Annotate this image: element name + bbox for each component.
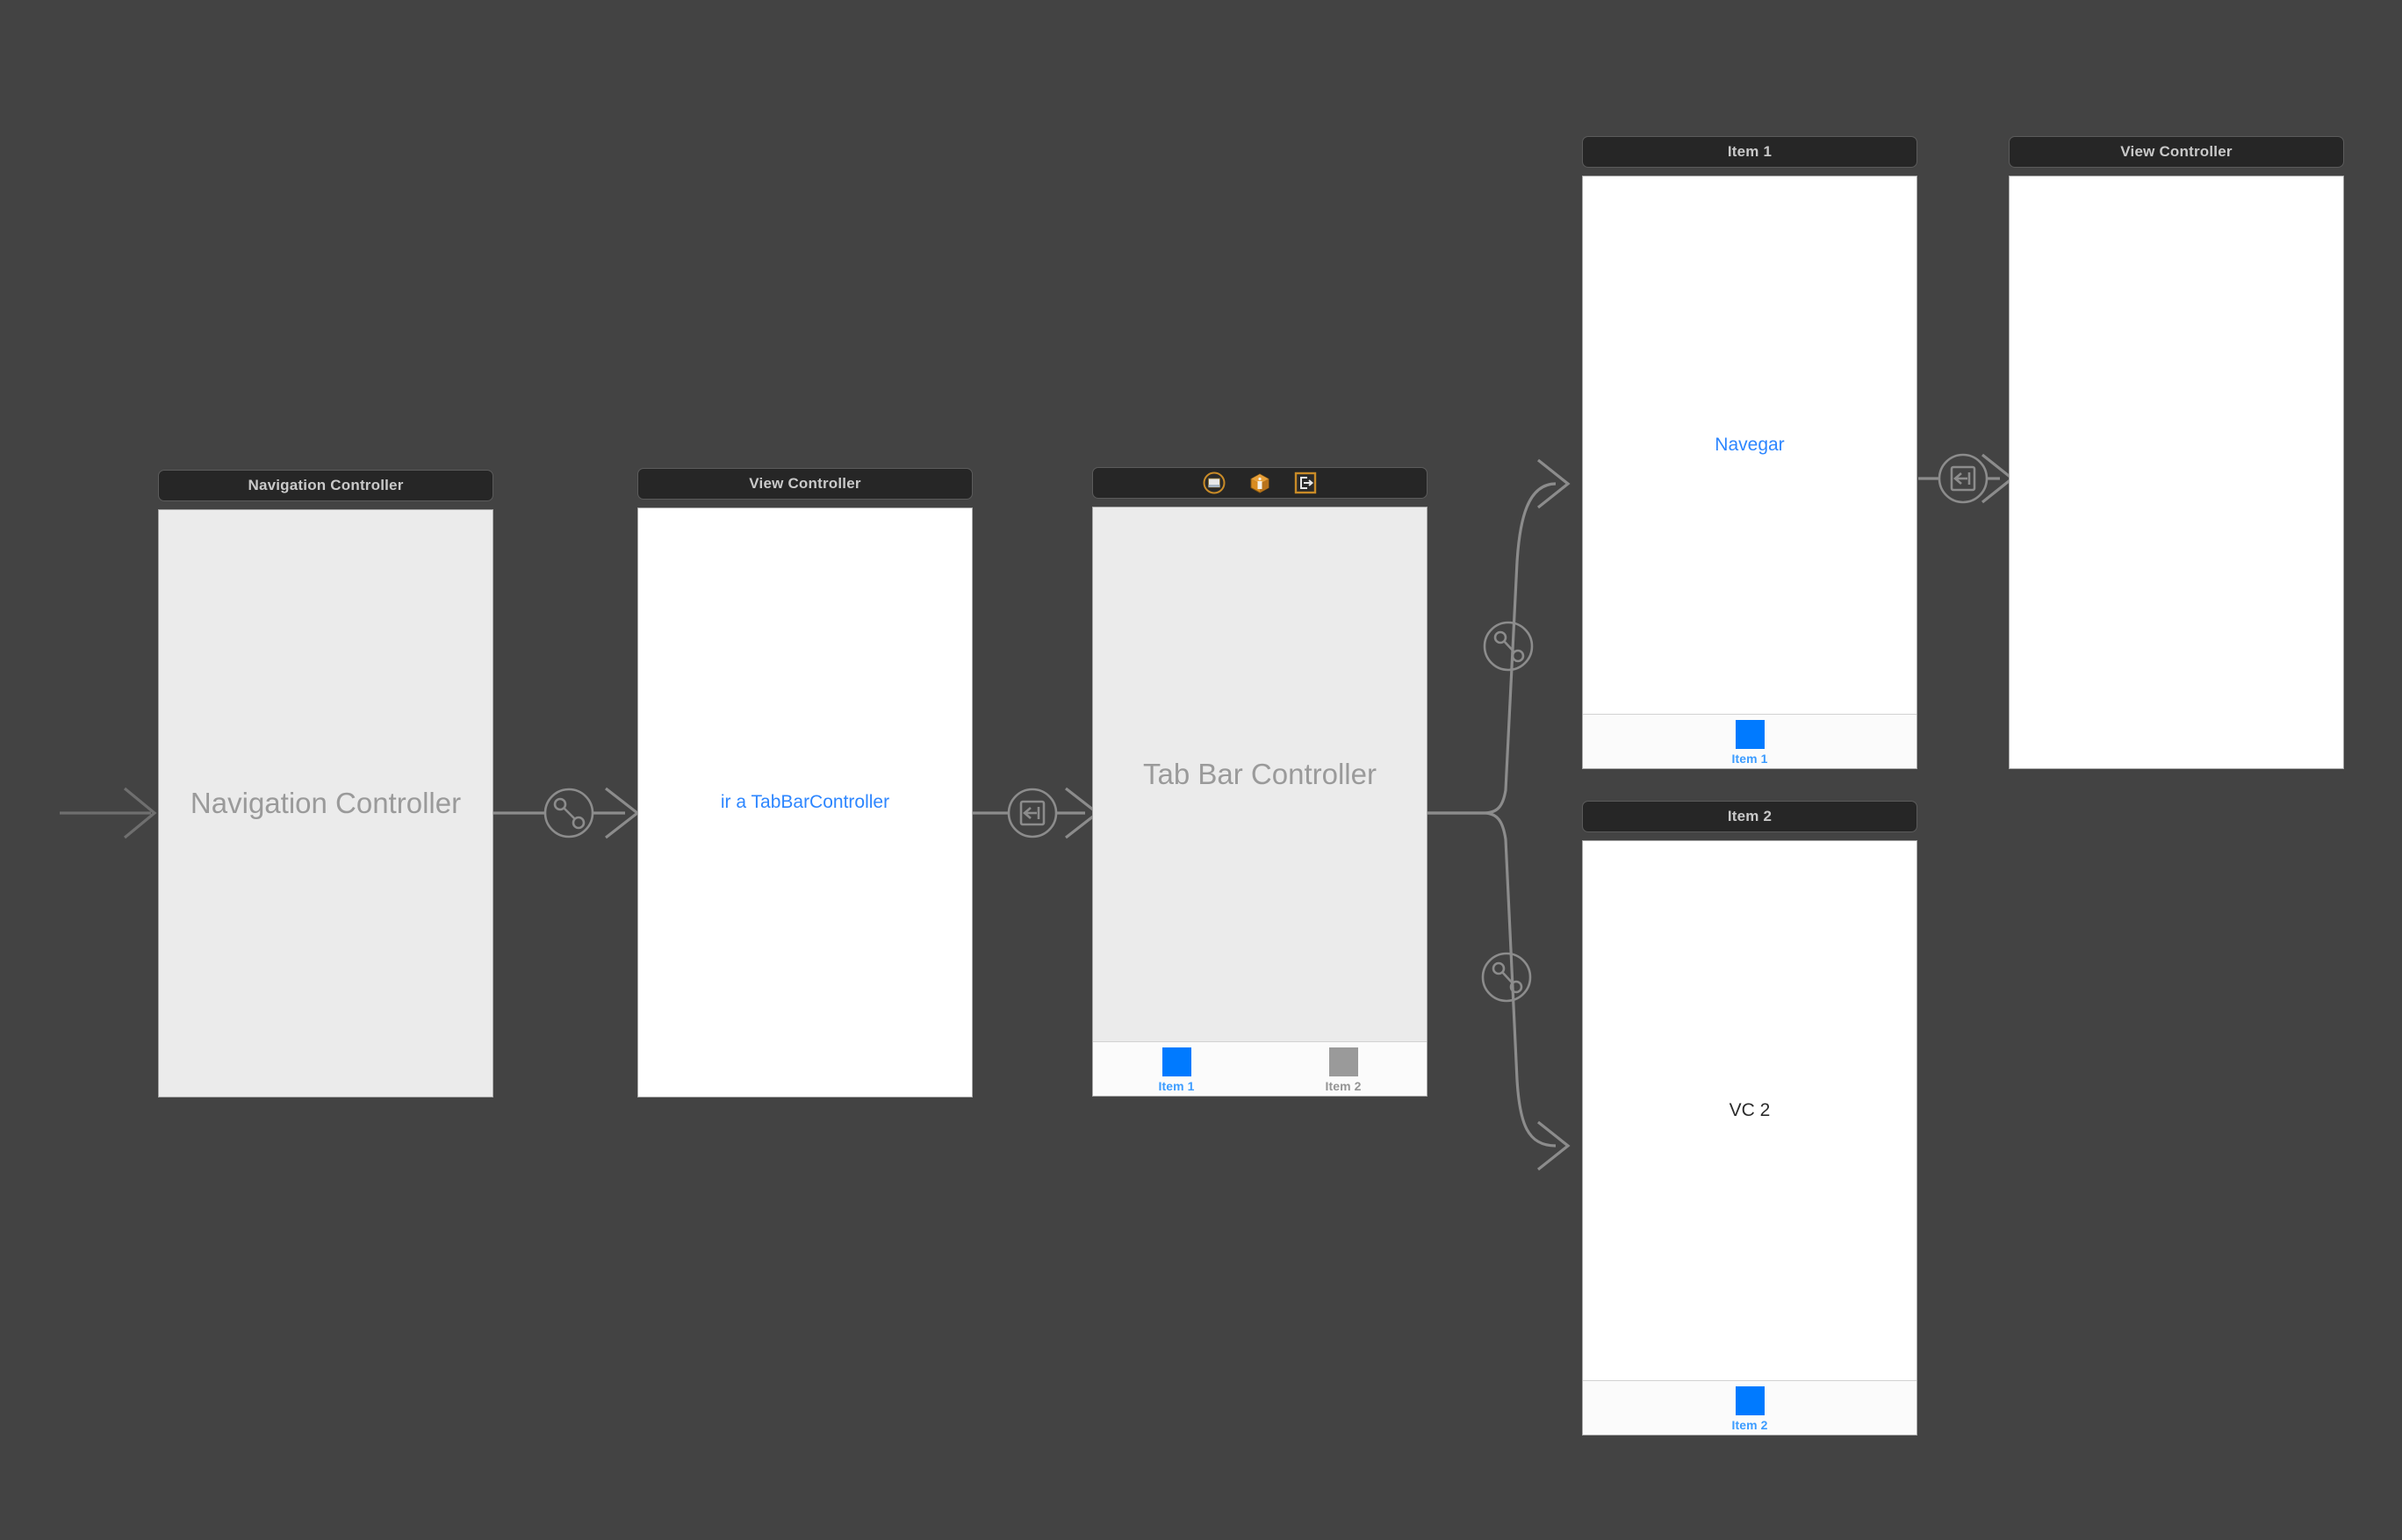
segue-tabbar-to-item2 — [1428, 811, 1571, 1171]
first-responder-icon[interactable] — [1248, 471, 1271, 494]
tab-item-1-glyph-icon — [1161, 1047, 1191, 1076]
scene-body-navigation-controller[interactable]: Navigation Controller — [158, 509, 493, 1097]
scene-title-navigation-controller[interactable]: Navigation Controller — [158, 470, 493, 501]
scene-body-view-controller-source[interactable]: ir a TabBarController — [637, 507, 973, 1097]
segue-item1-to-viewcontroller — [1918, 453, 2015, 504]
scene-item-2[interactable]: Item 2 VC 2 Item 2 — [1582, 801, 1917, 1436]
view-controller-icon[interactable] — [1203, 471, 1226, 494]
segue-nav-to-viewcontroller — [493, 787, 640, 839]
segue-tabbar-to-item1 — [1428, 458, 1571, 815]
tab-item-2-glyph-icon — [1735, 1386, 1765, 1415]
tab-item-2[interactable]: Item 2 — [1697, 1381, 1802, 1432]
scene-body-view-controller-destination[interactable] — [2009, 176, 2344, 769]
scene-body-item-1[interactable]: Navegar Item 1 — [1582, 176, 1917, 769]
vc-2-label: VC 2 — [1729, 1100, 1771, 1120]
tab-bar-controller-canvas: Tab Bar Controller — [1093, 507, 1427, 1041]
tab-item-1-label: Item 1 — [1731, 752, 1768, 766]
tab-item-2-label: Item 2 — [1325, 1079, 1362, 1093]
initial-view-controller-arrow — [60, 787, 157, 839]
tab-item-1[interactable]: Item 1 — [1124, 1042, 1229, 1093]
scene-view-controller-destination[interactable]: View Controller — [2009, 136, 2344, 769]
scene-dock-tab-bar-controller[interactable] — [1092, 467, 1428, 499]
scene-title-item-2[interactable]: Item 2 — [1582, 801, 1917, 832]
scene-item-1[interactable]: Item 1 Navegar Item 1 — [1582, 136, 1917, 769]
tab-item-2[interactable]: Item 2 — [1291, 1042, 1396, 1093]
scene-body-tab-bar-controller[interactable]: Tab Bar Controller Item 1 Item 2 — [1092, 507, 1428, 1097]
navigation-controller-canvas: Navigation Controller — [159, 510, 493, 1097]
tab-item-1-label: Item 1 — [1158, 1079, 1195, 1093]
tab-item-2-label: Item 2 — [1731, 1418, 1768, 1432]
scene-navigation-controller[interactable]: Navigation Controller Navigation Control… — [158, 470, 493, 1097]
tab-item-1[interactable]: Item 1 — [1697, 715, 1802, 766]
scene-tab-bar-controller[interactable]: Tab Bar Controller Item 1 Item 2 — [1092, 467, 1428, 1097]
storyboard-canvas[interactable]: .wire { fill: none; stroke: #8c8c8c; str… — [0, 0, 2402, 1540]
tab-item-1-glyph-icon — [1735, 720, 1765, 749]
tab-bar-controller-placeholder: Tab Bar Controller — [1143, 758, 1377, 790]
scene-title-view-controller-source[interactable]: View Controller — [637, 468, 973, 500]
scene-title-view-controller-destination[interactable]: View Controller — [2009, 136, 2344, 168]
item-2-tabbar[interactable]: Item 2 — [1583, 1380, 1917, 1435]
tab-bar-controller-tabbar[interactable]: Item 1 Item 2 — [1093, 1041, 1427, 1096]
scene-view-controller-source[interactable]: View Controller ir a TabBarController — [637, 468, 973, 1097]
segue-viewcontroller-to-tabbar — [973, 787, 1100, 839]
exit-icon[interactable] — [1294, 471, 1317, 494]
navigation-controller-placeholder: Navigation Controller — [190, 787, 462, 819]
view-controller-source-canvas: ir a TabBarController — [638, 508, 972, 1097]
item-1-tabbar[interactable]: Item 1 — [1583, 714, 1917, 768]
item-1-canvas: Navegar — [1583, 176, 1917, 714]
view-controller-destination-canvas — [2010, 176, 2343, 768]
navegar-button[interactable]: Navegar — [1715, 435, 1784, 456]
scene-body-item-2[interactable]: VC 2 Item 2 — [1582, 840, 1917, 1436]
item-2-canvas: VC 2 — [1583, 841, 1917, 1380]
tab-item-2-glyph-icon — [1328, 1047, 1358, 1076]
scene-title-item-1[interactable]: Item 1 — [1582, 136, 1917, 168]
go-to-tabbarcontroller-button[interactable]: ir a TabBarController — [721, 792, 889, 813]
